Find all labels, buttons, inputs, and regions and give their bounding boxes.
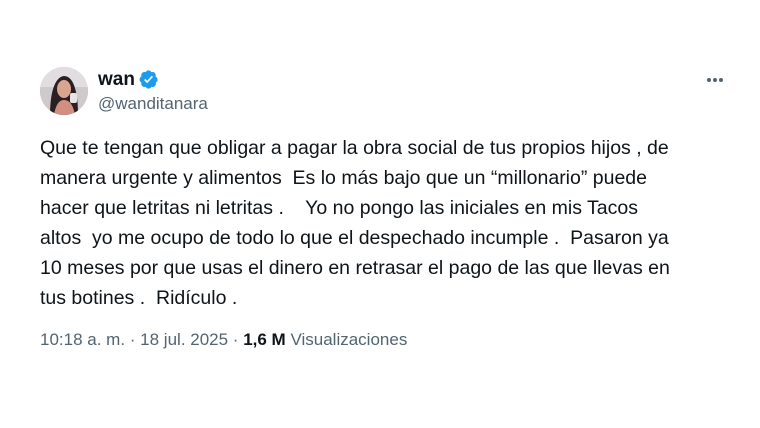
tweet-text: Que te tengan que obligar a pagar la obr… bbox=[40, 133, 740, 313]
tweet-text-line: tus botines . Ridículo . bbox=[40, 287, 238, 309]
tweet-time[interactable]: 10:18 a. m. bbox=[40, 330, 125, 349]
avatar-photo bbox=[40, 67, 88, 115]
tweet-text-line: 10 meses por que usas el dinero en retra… bbox=[40, 257, 670, 279]
meta-separator: · bbox=[228, 330, 244, 349]
more-options-icon[interactable] bbox=[700, 68, 730, 92]
tweet-date[interactable]: 18 jul. 2025 bbox=[140, 330, 228, 349]
tweet-card: wan @wanditanara Que te tengan que oblig… bbox=[0, 0, 760, 428]
tweet-text-line: altos yo me ocupo de todo lo que el desp… bbox=[40, 227, 669, 249]
tweet-text-line: manera urgente y alimentos Es lo más baj… bbox=[40, 167, 647, 189]
avatar[interactable] bbox=[40, 67, 88, 115]
meta-separator: · bbox=[125, 330, 141, 349]
display-name[interactable]: wan bbox=[98, 69, 135, 91]
tweet-text-line: Que te tengan que obligar a pagar la obr… bbox=[40, 137, 669, 159]
tweet-meta: 10:18 a. m. · 18 jul. 2025 · 1,6 M Visua… bbox=[40, 329, 407, 351]
verified-badge-icon bbox=[139, 70, 158, 89]
views-label: Visualizaciones bbox=[290, 330, 408, 349]
tweet-text-line: hacer que letritas ni letritas . Yo no p… bbox=[40, 197, 638, 219]
views-count: 1,6 M bbox=[243, 330, 286, 349]
user-handle[interactable]: @wanditanara bbox=[98, 94, 208, 114]
